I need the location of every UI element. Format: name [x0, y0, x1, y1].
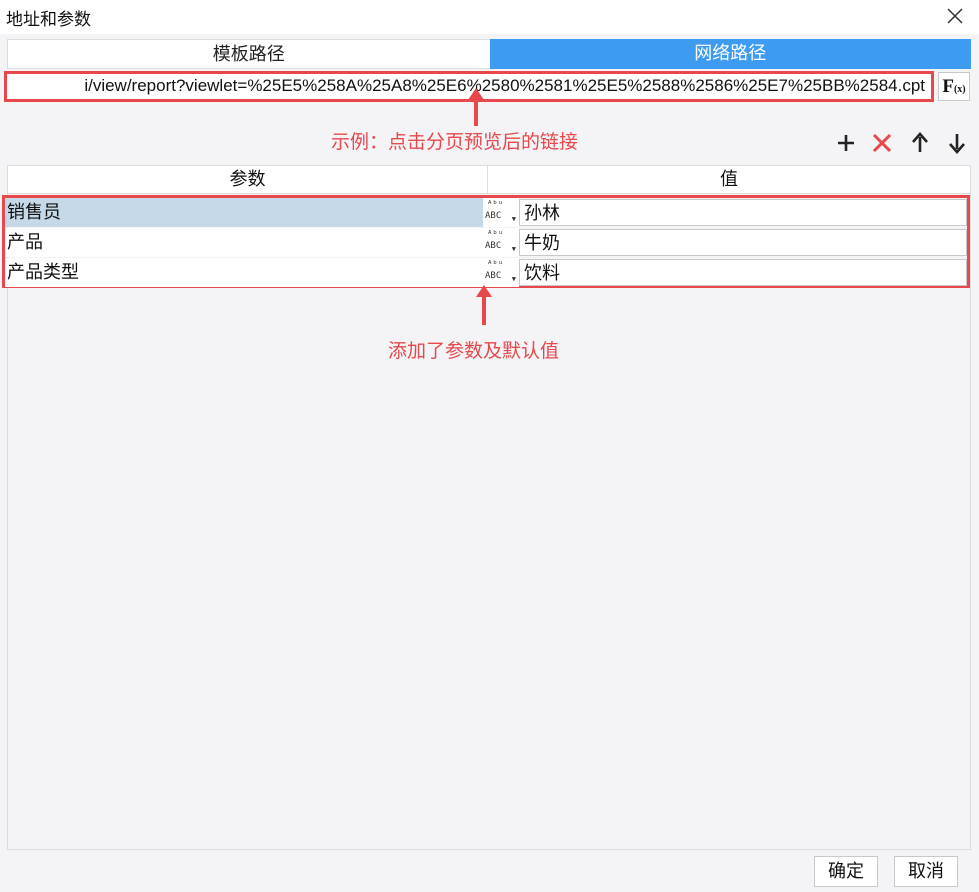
cancel-button[interactable]: 取消 — [894, 856, 958, 887]
param-value[interactable]: 孙林 — [519, 199, 967, 226]
formula-button-sub: (x) — [953, 84, 966, 95]
formula-button[interactable]: F(x) — [938, 72, 970, 101]
table-row[interactable]: 销售员 ᴬᵇᵘ ABC ▼ 孙林 — [5, 198, 967, 227]
params-rows-highlight: 销售员 ᴬᵇᵘ ABC ▼ 孙林 产品 ᴬᵇᵘ ABC ▼ 牛奶 产品类型 ᴬᵇᵘ ABC… — [2, 195, 970, 288]
table-row[interactable]: 产品 ᴬᵇᵘ ABC ▼ 牛奶 — [5, 228, 967, 257]
params-annotation: 添加了参数及默认值 — [388, 340, 560, 362]
window-title: 地址和参数 — [6, 10, 91, 30]
param-name[interactable]: 产品 — [5, 228, 483, 257]
title-bar: 地址和参数 — [0, 0, 979, 34]
close-icon[interactable] — [945, 6, 965, 26]
delete-icon[interactable] — [870, 131, 894, 155]
move-up-icon[interactable] — [908, 131, 932, 155]
move-down-icon[interactable] — [945, 131, 969, 155]
param-name[interactable]: 销售员 — [5, 198, 483, 227]
param-value[interactable]: 牛奶 — [519, 229, 967, 256]
tab-template-path[interactable]: 模板路径 — [7, 39, 490, 69]
formula-button-label: F — [942, 76, 954, 97]
header-param: 参数 — [8, 166, 488, 193]
header-value: 值 — [720, 169, 738, 190]
tab-network-path[interactable]: 网络路径 — [489, 39, 971, 69]
ok-button[interactable]: 确定 — [814, 856, 878, 887]
url-annotation: 示例：点击分页预览后的链接 — [331, 131, 579, 153]
table-header: 参数 值 — [8, 166, 970, 194]
annotation-arrow-up-icon — [468, 88, 484, 126]
add-icon[interactable] — [834, 131, 858, 155]
annotation-arrow-up-icon — [476, 285, 492, 325]
param-value[interactable]: 饮料 — [519, 259, 967, 286]
abc-type-icon[interactable]: ᴬᵇᵘ ABC ▼ — [483, 228, 519, 257]
param-name[interactable]: 产品类型 — [5, 258, 483, 287]
path-tabs: 模板路径 网络路径 — [7, 39, 971, 69]
url-field-value: i/view/report?viewlet=%25E5%258A%25A8%25… — [84, 76, 925, 95]
abc-type-icon[interactable]: ᴬᵇᵘ ABC ▼ — [483, 198, 519, 227]
